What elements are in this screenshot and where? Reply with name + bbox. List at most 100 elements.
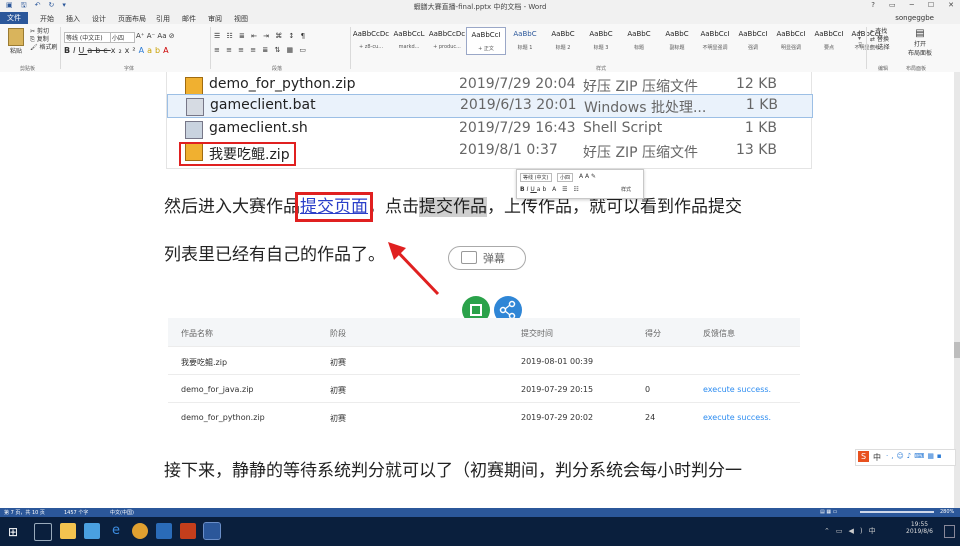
highlight-icon[interactable]: ab [147, 46, 163, 55]
editing-group-label: 编辑 [878, 66, 889, 72]
powerpoint-icon[interactable] [180, 523, 196, 539]
table-row: demo_for_python.zip 初赛 2019-07-29 20:02 … [168, 402, 800, 431]
app-icon[interactable] [156, 523, 172, 539]
style-item[interactable]: AaBbC 标题 3 [582, 27, 620, 53]
font-size-select[interactable]: 小四 [110, 32, 135, 43]
tab-layout[interactable]: 页面布局 [118, 14, 146, 24]
copy-button[interactable]: ⎘ 复制 [30, 36, 58, 44]
ribbon-tabs: 文件 开始 插入 设计 页面布局 引用 邮件 审阅 视图 songeggbe [0, 12, 960, 26]
style-item[interactable]: AaBbCcL markd... [390, 27, 428, 53]
edge-browser-icon[interactable]: e [108, 523, 124, 539]
word-icon[interactable] [203, 522, 221, 540]
file-explorer-image: demo_for_python.zip 2019/7/29 20:04 好压 Z… [166, 72, 813, 169]
replace-button[interactable]: ⇄ 替换 [870, 36, 890, 44]
strikethrough-button[interactable]: abc [87, 46, 110, 55]
font-color-icon[interactable]: A [163, 46, 171, 55]
table-row: 我要吃鲲.zip 初赛 2019-08-01 00:39 [168, 346, 800, 375]
grow-font-icon[interactable]: A⁺ A⁻ Aa ⊘ [136, 32, 175, 40]
zoom-level[interactable]: 280% [940, 509, 954, 515]
style-item[interactable]: AaBbCcI 明显强调 [772, 27, 810, 53]
vertical-scrollbar[interactable] [954, 72, 960, 508]
chrome-icon[interactable] [132, 523, 148, 539]
copy-icon: ⎘ [30, 36, 35, 43]
task-view-icon[interactable] [34, 523, 52, 541]
font-name-select[interactable]: 等线 (中文正) [64, 32, 111, 43]
status-bar: 第 7 页，共 10 页 1457 个字 中文(中国) ▤ ▦ ▭ 280% [0, 508, 960, 517]
mini-font-tools-icon[interactable]: A A ✎ [579, 173, 596, 180]
tab-view[interactable]: 视图 [234, 14, 248, 24]
highlighted-file-name: 我要吃鲲.zip [179, 142, 296, 166]
user-name[interactable]: songeggbe [895, 14, 934, 22]
style-item-selected[interactable]: AaBbCcI + 正文 [466, 27, 506, 55]
windows-start-icon[interactable]: ⊞ [8, 525, 18, 539]
style-item[interactable]: AaBbCcI 强调 [734, 27, 772, 53]
style-item[interactable]: AaBbC 标题 1 [506, 27, 544, 53]
mini-font-select[interactable]: 等线 (中文) [520, 173, 552, 182]
system-tray-icons[interactable]: ⌃▭◀)中 [824, 526, 882, 536]
title-bar: ▣ 🖫 ↶ ↻ ▾ 蝦膳大賽直播-final.pptx 中的文档 - Word … [0, 0, 960, 12]
maximize-button[interactable]: ☐ [928, 1, 934, 9]
style-item[interactable]: AaBbC 标题 [620, 27, 658, 53]
mini-size-select[interactable]: 小四 [557, 173, 574, 182]
minimize-button[interactable]: ─ [910, 1, 914, 9]
clock-time[interactable]: 19:55 [906, 521, 933, 528]
style-item[interactable]: AaBbCcDc + produc... [428, 27, 466, 53]
ime-mode-label[interactable]: 中 [873, 452, 881, 463]
submission-table: 作品名称 阶段 提交时间 得分 反馈信息 我要吃鲲.zip 初赛 2019-08… [168, 318, 800, 430]
file-row-selected: gameclient.bat 2019/6/13 20:01 Windows 批… [167, 94, 813, 118]
styles-scroll-icon[interactable]: ▴ ▾ ⊽ [858, 28, 862, 49]
format-painter-button[interactable]: 🖌 格式刷 [30, 44, 58, 52]
mini-toolbar: 等线 (中文) 小四 A A ✎ BIUab A ☰ ☷ 样式 [516, 169, 644, 199]
file-explorer-icon[interactable] [60, 523, 76, 539]
underline-button[interactable]: U [78, 46, 87, 55]
alignment-buttons[interactable]: ≡ ≡ ≡ ≡ ≣ ⇅ ▦ ▭ [214, 46, 308, 54]
view-buttons[interactable]: ▤ ▦ ▭ [820, 509, 837, 515]
tab-design[interactable]: 设计 [92, 14, 106, 24]
store-icon[interactable] [84, 523, 100, 539]
table-row: demo_for_java.zip 初赛 2019-07-29 20:15 0 … [168, 374, 800, 403]
brush-icon: 🖌 [30, 44, 38, 51]
danmu-icon [461, 251, 477, 264]
list-buttons[interactable]: ☰ ☷ ≣ ⇤ ⇥ ⌘ ↕ ¶ [214, 32, 307, 40]
bold-button[interactable]: B [64, 46, 73, 55]
cut-button[interactable]: ✂ 剪切 [30, 28, 58, 36]
danmu-button[interactable]: 弹幕 [448, 246, 526, 270]
document-canvas[interactable]: demo_for_python.zip 2019/7/29 20:04 好压 Z… [0, 72, 954, 508]
zoom-slider[interactable] [860, 511, 934, 513]
close-button[interactable]: ✕ [948, 1, 954, 9]
help-button[interactable]: ? [871, 1, 875, 9]
clock-date[interactable]: 2019/8/6 [906, 528, 933, 535]
ime-toolbar[interactable]: S 中 ·,☺♪⌨▦▪ [855, 449, 956, 466]
find-button[interactable]: ⌕ 查找 [870, 28, 890, 36]
word-count[interactable]: 1457 个字 [64, 509, 88, 516]
tab-insert[interactable]: 插入 [66, 14, 80, 24]
ribbon-display-icon[interactable]: ▭ [889, 1, 896, 9]
style-item[interactable]: AaBbCcI 要点 [810, 27, 848, 53]
select-button[interactable]: ⬚ 选择 [870, 44, 890, 52]
style-item[interactable]: AaBbC 标题 2 [544, 27, 582, 53]
tab-review[interactable]: 审阅 [208, 14, 222, 24]
text-effects-icon[interactable]: A [139, 46, 147, 55]
file-row: 我要吃鲲.zip 2019/8/1 0:37 好压 ZIP 压缩文件 13 KB [167, 140, 811, 166]
open-layout-panel-button[interactable]: ▤ 打开 布局面板 [906, 28, 934, 57]
tab-file[interactable]: 文件 [0, 12, 28, 24]
replace-icon: ⇄ [870, 36, 876, 43]
ime-tools-icon[interactable]: ·,☺♪⌨▦▪ [886, 452, 945, 460]
style-item[interactable]: AaBbCcDc + z8-cu... [352, 27, 390, 53]
style-item[interactable]: AaBbCcI 不明显强调 [696, 27, 734, 53]
paste-button[interactable]: 粘贴 [6, 28, 26, 55]
notifications-icon[interactable] [944, 525, 955, 538]
subscript-button[interactable]: x₂ [111, 46, 125, 55]
zip-icon [185, 77, 203, 95]
page-count[interactable]: 第 7 页，共 10 页 [4, 509, 45, 516]
tab-mailings[interactable]: 邮件 [182, 14, 196, 24]
mini-styles-button[interactable]: 样式 [621, 186, 631, 193]
superscript-button[interactable]: x² [125, 46, 139, 55]
scroll-thumb[interactable] [954, 342, 960, 358]
style-item[interactable]: AaBbC 副标题 [658, 27, 696, 53]
tab-references[interactable]: 引用 [156, 14, 170, 24]
table-header: 作品名称 阶段 提交时间 得分 反馈信息 [168, 318, 800, 346]
mini-format-buttons[interactable]: BIUab A ☰ ☷ [520, 186, 581, 193]
submit-page-link[interactable]: 提交页面 [295, 192, 373, 222]
language-status[interactable]: 中文(中国) [110, 509, 134, 516]
